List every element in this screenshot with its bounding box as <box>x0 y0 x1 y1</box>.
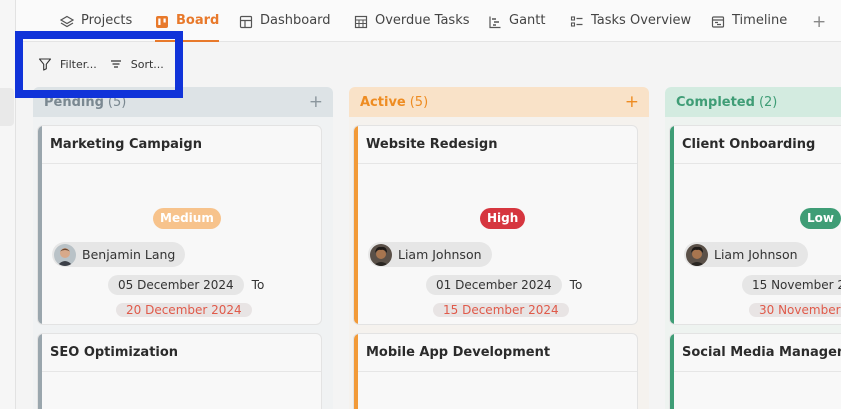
tab-tasks-overview[interactable]: Tasks Overview <box>570 13 691 42</box>
gantt-icon <box>489 16 501 29</box>
column-pending: Pending (5) + Marketing Campaign Medium … <box>33 87 333 409</box>
column-title: Completed <box>676 94 755 110</box>
start-date: 01 December 2024 <box>426 275 562 295</box>
avatar <box>54 243 76 266</box>
tab-projects[interactable]: Projects <box>60 13 132 42</box>
avatar <box>686 243 708 266</box>
assignee-name: Benjamin Lang <box>82 247 176 262</box>
divider <box>42 163 321 164</box>
table-icon <box>354 15 368 29</box>
column-active: Active (5) + Website Redesign High Liam … <box>349 87 649 409</box>
tab-label: Timeline <box>732 13 788 28</box>
start-date: 05 December 2024 <box>108 275 244 295</box>
sort-label: Sort... <box>130 57 164 71</box>
task-card[interactable]: Client Onboarding Low Liam Johnson 15 No… <box>669 125 841 325</box>
column-header: Pending (5) + <box>33 87 333 117</box>
end-date: 15 December 2024 <box>433 303 569 317</box>
status-bar <box>38 126 42 324</box>
sidebar-collapse-tab[interactable] <box>0 88 14 126</box>
tab-label: Dashboard <box>260 13 331 28</box>
date-separator: To <box>569 278 583 292</box>
add-task-button[interactable]: + <box>625 92 639 112</box>
divider <box>358 371 637 372</box>
tab-label: Overdue Tasks <box>375 13 470 28</box>
left-sidebar-strip <box>0 0 16 409</box>
column-count: (5) <box>409 94 429 110</box>
dashboard-icon <box>239 15 253 29</box>
tab-gantt[interactable]: Gantt <box>488 13 545 42</box>
priority-badge: High <box>480 208 526 229</box>
assignee-chip[interactable]: Liam Johnson <box>684 242 808 267</box>
tab-label: Board <box>176 13 220 28</box>
end-date-wrap: 15 December 2024 <box>433 300 569 320</box>
assignee-name: Liam Johnson <box>398 247 482 262</box>
tab-timeline[interactable]: Timeline <box>711 13 787 42</box>
filter-label: Filter... <box>60 57 97 71</box>
divider <box>358 163 637 164</box>
date-range: 05 December 2024 To <box>108 275 264 295</box>
column-count: (2) <box>758 94 778 110</box>
avatar <box>370 243 392 266</box>
sort-icon <box>110 60 121 68</box>
task-title: Mobile App Development <box>366 345 551 360</box>
divider <box>42 371 321 372</box>
tab-dashboard[interactable]: Dashboard <box>239 13 331 42</box>
priority-badge: Medium <box>153 208 221 229</box>
task-title: Client Onboarding <box>682 137 816 152</box>
tab-board[interactable]: Board <box>155 13 220 42</box>
add-view-button[interactable]: + <box>812 12 826 32</box>
status-bar <box>354 126 358 324</box>
date-range: 15 November 20 <box>742 275 841 295</box>
tab-overdue-tasks[interactable]: Overdue Tasks <box>354 13 470 42</box>
column-header: Active (5) + <box>349 87 649 117</box>
task-card[interactable]: Mobile App Development <box>353 333 638 409</box>
task-card[interactable]: Marketing Campaign Medium Benjamin Lang … <box>37 125 322 325</box>
date-range: 01 December 2024 To <box>426 275 582 295</box>
column-count: (5) <box>107 94 127 110</box>
tab-label: Tasks Overview <box>591 13 692 28</box>
assignee-name: Liam Johnson <box>714 247 798 262</box>
task-card[interactable]: SEO Optimization <box>37 333 322 409</box>
add-task-button[interactable]: + <box>309 92 323 112</box>
assignee-chip[interactable]: Benjamin Lang <box>52 242 186 267</box>
column-completed: Completed (2) Client Onboarding Low Liam… <box>665 87 841 409</box>
task-title: Social Media Management <box>682 345 841 360</box>
column-title: Pending <box>44 94 104 110</box>
start-date: 15 November 20 <box>742 275 841 295</box>
filter-icon <box>38 58 52 71</box>
status-bar <box>670 126 674 324</box>
assignee-chip[interactable]: Liam Johnson <box>368 242 492 267</box>
view-tab-bar: Projects Board Dashboard Overdue Tasks G… <box>16 0 841 42</box>
list-icon <box>570 16 583 27</box>
divider <box>674 371 841 372</box>
end-date-wrap: 30 November <box>749 300 841 320</box>
priority-badge: Low <box>800 208 841 229</box>
task-title: Marketing Campaign <box>50 137 202 152</box>
end-date: 20 December 2024 <box>116 303 252 317</box>
column-header: Completed (2) <box>665 87 841 117</box>
task-card[interactable]: Website Redesign High Liam Johnson 01 De… <box>353 125 638 325</box>
tab-label: Gantt <box>509 13 546 28</box>
column-title: Active <box>360 94 406 110</box>
divider <box>674 163 841 164</box>
task-title: Website Redesign <box>366 137 498 152</box>
filter-button[interactable]: Filter... <box>38 57 97 71</box>
tab-label: Projects <box>81 13 133 28</box>
end-date: 30 November <box>749 303 841 317</box>
timeline-icon <box>711 16 725 28</box>
date-separator: To <box>251 278 265 292</box>
board-icon <box>156 16 168 28</box>
task-card[interactable]: Social Media Management <box>669 333 841 409</box>
sort-button[interactable]: Sort... <box>109 57 164 71</box>
board-toolbar: Filter... Sort... <box>28 42 171 86</box>
layers-icon <box>60 15 74 28</box>
end-date-wrap: 20 December 2024 <box>116 300 252 320</box>
task-title: SEO Optimization <box>50 345 179 360</box>
